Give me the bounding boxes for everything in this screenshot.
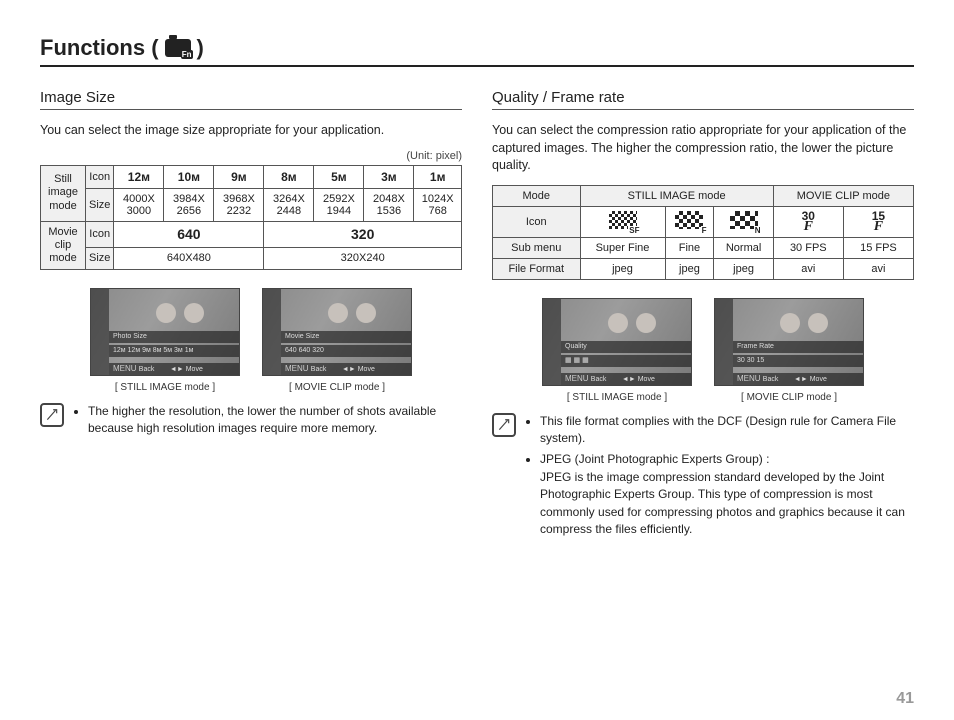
preview-quality-still: Quality ▦ ▦ ▦ MENU Back ◄► Move — [542, 298, 692, 386]
strip-options: 30 30 15 — [733, 355, 863, 367]
still-icon-10m: 10ᴍ — [164, 165, 214, 188]
quality-icon-f: F — [665, 206, 714, 237]
still-size-3: 3264X 2448 — [264, 188, 314, 221]
sub-3: 30 FPS — [773, 237, 843, 258]
still-size-5: 2048X 1536 — [364, 188, 414, 221]
strip-options: 640 640 320 — [281, 345, 411, 357]
still-size-0: 4000X 3000 — [114, 188, 164, 221]
row-size-label-2: Size — [86, 247, 114, 269]
fps-icon-15: 15F — [843, 206, 913, 237]
page-title: Functions ( ) — [40, 35, 914, 67]
note-icon — [492, 413, 516, 437]
title-prefix: Functions ( — [40, 35, 159, 61]
caption-still: [ STILL IMAGE mode ] — [90, 382, 240, 393]
left-column: Image Size You can select the image size… — [40, 89, 462, 542]
still-icon-8m: 8ᴍ — [264, 165, 314, 188]
still-size-1: 3984X 2656 — [164, 188, 214, 221]
still-icon-5m: 5ᴍ — [314, 165, 364, 188]
page-number: 41 — [896, 690, 914, 708]
h-still: STILL IMAGE mode — [580, 185, 773, 206]
sub-2: Normal — [714, 237, 773, 258]
strip-label: Quality — [561, 341, 691, 353]
quality-icon-sf: SF — [580, 206, 665, 237]
strip-label: Photo Size — [109, 331, 239, 343]
row-size-label: Size — [86, 188, 114, 221]
movie-icon-640: 640 — [114, 221, 264, 247]
group-movie: Movie clip mode — [41, 221, 86, 270]
still-icon-12m: 12ᴍ — [114, 165, 164, 188]
row-icon-label: Icon — [86, 165, 114, 188]
intro-image-size: You can select the image size appropriat… — [40, 122, 462, 140]
r-sub: Sub menu — [493, 237, 581, 258]
strip-options: 12ᴍ 12ᴍ 9ᴍ 8ᴍ 5ᴍ 3ᴍ 1ᴍ — [109, 345, 239, 357]
still-icon-9m: 9ᴍ — [214, 165, 264, 188]
sub-0: Super Fine — [580, 237, 665, 258]
preview-still-mode: Photo Size 12ᴍ 12ᴍ 9ᴍ 8ᴍ 5ᴍ 3ᴍ 1ᴍ MENU B… — [90, 288, 240, 376]
group-still: Still image mode — [41, 165, 86, 221]
still-icon-1m: 1ᴍ — [414, 165, 462, 188]
still-size-4: 2592X 1944 — [314, 188, 364, 221]
still-icon-3m: 3ᴍ — [364, 165, 414, 188]
note-text: The higher the resolution, the lower the… — [88, 403, 462, 438]
fmt-1: jpeg — [665, 258, 714, 279]
sub-1: Fine — [665, 237, 714, 258]
section-heading-image-size: Image Size — [40, 89, 462, 110]
fmt-2: jpeg — [714, 258, 773, 279]
movie-size-320: 320X240 — [264, 247, 462, 269]
movie-size-640: 640X480 — [114, 247, 264, 269]
sub-4: 15 FPS — [843, 237, 913, 258]
r-fmt: File Format — [493, 258, 581, 279]
note-icon — [40, 403, 64, 427]
preview-movie-mode: Movie Size 640 640 320 MENU Back ◄► Move — [262, 288, 412, 376]
still-size-2: 3968X 2232 — [214, 188, 264, 221]
note-jpeg: JPEG (Joint Photographic Experts Group) … — [540, 451, 914, 538]
quality-table: Mode STILL IMAGE mode MOVIE CLIP mode Ic… — [492, 185, 914, 280]
h-mode: Mode — [493, 185, 581, 206]
fmt-4: avi — [843, 258, 913, 279]
caption-movie: [ MOVIE CLIP mode ] — [262, 382, 412, 393]
strip-label: Frame Rate — [733, 341, 863, 353]
row-icon-label-2: Icon — [86, 221, 114, 247]
note-dcf: This file format complies with the DCF (… — [540, 413, 914, 448]
intro-quality: You can select the compression ratio app… — [492, 122, 914, 175]
unit-label: (Unit: pixel) — [40, 150, 462, 162]
h-movie: MOVIE CLIP mode — [773, 185, 913, 206]
fmt-3: avi — [773, 258, 843, 279]
image-size-table: Still image mode Icon 12ᴍ 10ᴍ 9ᴍ 8ᴍ 5ᴍ 3… — [40, 165, 462, 271]
caption-movie: [ MOVIE CLIP mode ] — [714, 392, 864, 403]
strip-label: Movie Size — [281, 331, 411, 343]
caption-still: [ STILL IMAGE mode ] — [542, 392, 692, 403]
fmt-0: jpeg — [580, 258, 665, 279]
section-heading-quality: Quality / Frame rate — [492, 89, 914, 110]
movie-icon-320: 320 — [264, 221, 462, 247]
preview-quality-movie: Frame Rate 30 30 15 MENU Back ◄► Move — [714, 298, 864, 386]
strip-options: ▦ ▦ ▦ — [561, 355, 691, 367]
quality-icon-n: N — [714, 206, 773, 237]
title-suffix: ) — [197, 35, 204, 61]
still-size-6: 1024X 768 — [414, 188, 462, 221]
fps-icon-30: 30F — [773, 206, 843, 237]
right-column: Quality / Frame rate You can select the … — [492, 89, 914, 542]
camera-fn-icon — [165, 39, 191, 57]
r-icon: Icon — [493, 206, 581, 237]
